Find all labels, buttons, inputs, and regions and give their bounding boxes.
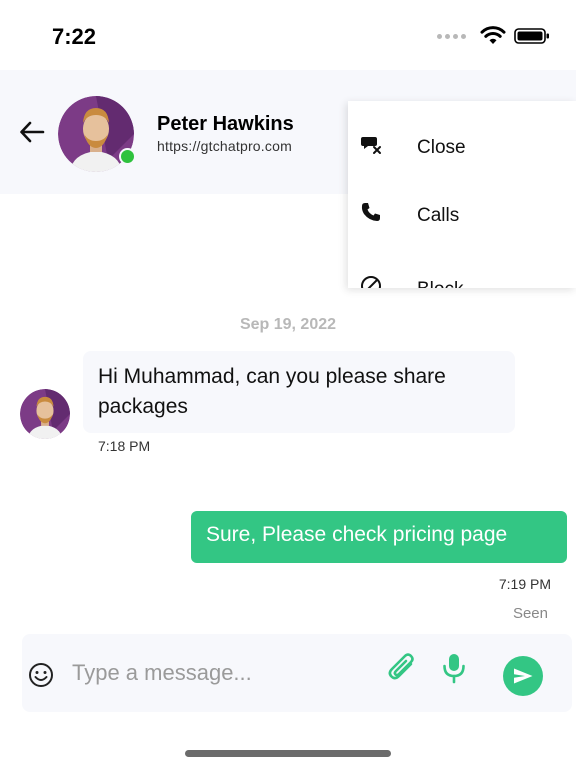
date-divider: Sep 19, 2022	[239, 316, 337, 333]
contact-avatar-wrapper[interactable]	[58, 96, 136, 172]
incoming-message-time: 7:18 PM	[98, 438, 151, 454]
menu-item-close[interactable]: Close	[348, 113, 576, 169]
incoming-message-bubble[interactable]: Hi Muhammad, can you please share packag…	[83, 351, 515, 433]
menu-item-calls-label: Calls	[417, 205, 460, 226]
sender-avatar[interactable]	[20, 389, 70, 439]
attachment-icon[interactable]	[384, 650, 420, 686]
cellular-signal-icon	[437, 33, 466, 39]
outgoing-message-bubble[interactable]: Sure, Please check pricing page	[191, 511, 567, 563]
online-status-dot	[119, 148, 136, 165]
chat-close-icon	[361, 137, 381, 154]
outgoing-message-time: 7:19 PM	[498, 576, 551, 592]
back-arrow-icon[interactable]	[18, 118, 46, 146]
menu-item-block-label: Block	[417, 279, 463, 288]
menu-item-calls[interactable]: Calls	[348, 181, 576, 237]
wifi-icon	[480, 26, 506, 44]
battery-icon	[514, 28, 549, 44]
contact-name[interactable]: Peter Hawkins	[157, 113, 294, 136]
home-indicator[interactable]	[185, 750, 391, 757]
send-button[interactable]	[503, 656, 543, 696]
message-input[interactable]	[72, 656, 372, 690]
incoming-message-text: Hi Muhammad, can you please share packag…	[98, 365, 446, 418]
menu-item-close-label: Close	[417, 137, 466, 158]
block-icon	[361, 276, 381, 288]
microphone-icon[interactable]	[440, 652, 468, 684]
message-composer	[22, 634, 572, 712]
contact-subtitle: https://gtchatpro.com	[157, 138, 292, 154]
status-time: 7:22	[52, 24, 97, 49]
emoji-icon[interactable]	[28, 662, 54, 688]
status-bar: 7:22	[0, 0, 576, 70]
options-menu: Close Calls Block	[348, 101, 576, 288]
phone-icon	[361, 203, 380, 221]
status-icons	[437, 26, 550, 46]
outgoing-message-text: Sure, Please check pricing page	[206, 523, 508, 546]
send-icon	[514, 668, 533, 684]
seen-status: Seen	[512, 605, 548, 622]
menu-item-block[interactable]: Block	[348, 255, 576, 288]
